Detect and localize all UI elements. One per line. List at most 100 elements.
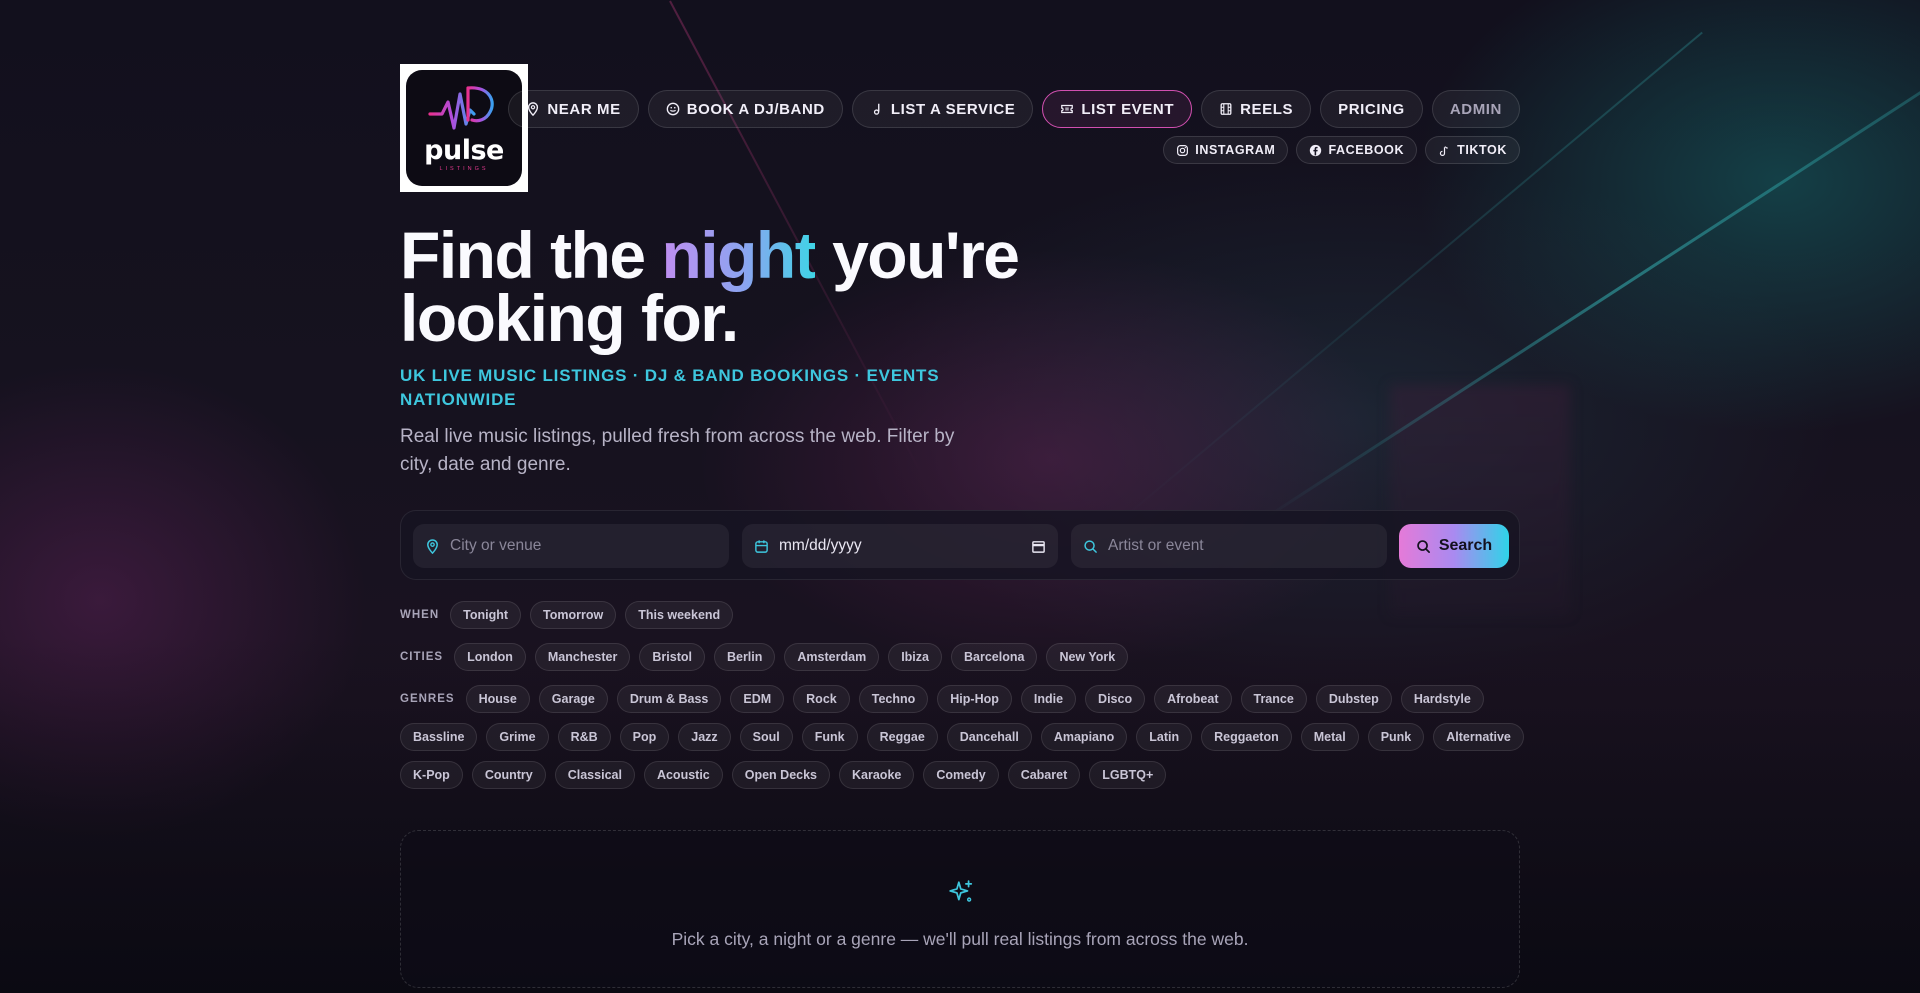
- social-instagram[interactable]: INSTAGRAM: [1163, 136, 1289, 164]
- genre-chip[interactable]: Latin: [1136, 723, 1193, 751]
- city-chip[interactable]: New York: [1046, 643, 1129, 671]
- empty-state: Pick a city, a night or a genre — we'll …: [400, 830, 1520, 988]
- genre-chip[interactable]: Disco: [1085, 685, 1146, 713]
- hero-tagline: UK LIVE MUSIC LISTINGS · DJ & BAND BOOKI…: [400, 366, 940, 409]
- pulse-logo[interactable]: pulse LISTINGS: [400, 64, 528, 192]
- genres-filter-row-2: Bassline Grime R&B Pop Jazz Soul Funk Reggae Dan…: [400, 723, 1524, 751]
- nav-reels[interactable]: REELS: [1201, 90, 1312, 128]
- music-note-icon: [873, 103, 880, 115]
- genre-chip[interactable]: Open Decks: [731, 761, 831, 789]
- nav-admin[interactable]: ADMIN: [1431, 90, 1520, 128]
- social-links: INSTAGRAM FACEBOOK TIKTOK: [1163, 136, 1520, 164]
- empty-state-text: Pick a city, a night or a genre — we'll …: [671, 929, 1249, 949]
- nav-near-me[interactable]: NEAR ME: [508, 90, 639, 128]
- genre-chip[interactable]: Funk: [801, 723, 858, 751]
- genre-chip[interactable]: Karaoke: [839, 761, 915, 789]
- nav-near-me-label: NEAR ME: [547, 100, 621, 118]
- city-chip[interactable]: Bristol: [639, 643, 705, 671]
- genre-chip[interactable]: Soul: [739, 723, 793, 751]
- city-chip[interactable]: London: [454, 643, 526, 671]
- genre-chip[interactable]: LGBTQ+: [1089, 761, 1167, 789]
- genre-chip[interactable]: Garage: [538, 685, 608, 713]
- nav-list-event-label: LIST EVENT: [1081, 100, 1175, 118]
- genre-chip[interactable]: EDM: [730, 685, 785, 713]
- genre-chip[interactable]: Alternative: [1433, 723, 1524, 751]
- nav-admin-label: ADMIN: [1449, 100, 1502, 118]
- genres-filter-row-3: K-Pop Country Classical Acoustic Open Decks K…: [400, 761, 1167, 789]
- search-icon: [1417, 539, 1430, 553]
- genre-chip[interactable]: Amapiano: [1040, 723, 1128, 751]
- city-chip[interactable]: Berlin: [713, 643, 776, 671]
- social-facebook-label: FACEBOOK: [1328, 143, 1405, 157]
- genre-chip[interactable]: Hardstyle: [1400, 685, 1484, 713]
- genre-chip[interactable]: K-Pop: [400, 761, 463, 789]
- nav-list-service[interactable]: LIST A SERVICE: [851, 90, 1034, 128]
- nav-list-event[interactable]: LIST EVENT: [1042, 90, 1193, 128]
- ticket-icon: [1061, 104, 1074, 114]
- genre-chip[interactable]: Country: [471, 761, 546, 789]
- social-facebook[interactable]: FACEBOOK: [1296, 136, 1418, 164]
- main-nav: NEAR ME BOOK A DJ/BAND LIST A SERVICE LI…: [508, 90, 1520, 128]
- genre-chip[interactable]: Jazz: [678, 723, 731, 751]
- genre-chip[interactable]: Techno: [858, 685, 929, 713]
- nav-pricing-label: PRICING: [1338, 100, 1405, 118]
- nav-list-service-label: LIST A SERVICE: [890, 100, 1016, 118]
- when-chip[interactable]: Tonight: [450, 601, 522, 629]
- search-bar: mm/dd/yyyy Search: [400, 510, 1520, 580]
- search-button-label: Search: [1438, 537, 1493, 554]
- genres-filter-row: GENRES House Garage Drum & Bass EDM Rock Tech…: [400, 685, 1484, 713]
- genre-chip[interactable]: Metal: [1300, 723, 1359, 751]
- city-chip[interactable]: Manchester: [534, 643, 631, 671]
- nav-pricing[interactable]: PRICING: [1320, 90, 1423, 128]
- genre-chip[interactable]: Comedy: [923, 761, 999, 789]
- page-container: pulse LISTINGS NEAR ME BOOK A DJ/BAND LI…: [400, 0, 1524, 993]
- genre-chip[interactable]: Dancehall: [946, 723, 1032, 751]
- genre-chip[interactable]: House: [465, 685, 530, 713]
- genre-chip[interactable]: Grime: [486, 723, 549, 751]
- facebook-icon: [1310, 144, 1322, 156]
- genre-chip[interactable]: Dubstep: [1315, 685, 1392, 713]
- genre-chip[interactable]: R&B: [557, 723, 611, 751]
- cities-filter-row: CITIES London Manchester Bristol Berlin Amst…: [400, 643, 1129, 671]
- genre-chip[interactable]: Pop: [619, 723, 670, 751]
- search-icon: [1084, 539, 1097, 553]
- artist-input[interactable]: [1108, 537, 1375, 555]
- genre-chip[interactable]: Cabaret: [1007, 761, 1081, 789]
- city-chip[interactable]: Ibiza: [888, 643, 942, 671]
- page-headline: Find the night you're looking for.: [400, 222, 1100, 351]
- when-label: WHEN: [400, 609, 440, 621]
- genre-chip[interactable]: Afrobeat: [1154, 685, 1232, 713]
- when-filter-row: WHEN Tonight Tomorrow This weekend: [400, 601, 734, 629]
- film-icon: [1220, 103, 1232, 115]
- social-tiktok[interactable]: TIKTOK: [1425, 136, 1520, 164]
- genre-chip[interactable]: Classical: [554, 761, 635, 789]
- sparkles-icon: [949, 880, 973, 902]
- calendar-icon: [755, 539, 768, 553]
- genre-chip[interactable]: Acoustic: [643, 761, 723, 789]
- genre-chip[interactable]: Indie: [1020, 685, 1077, 713]
- genre-chip[interactable]: Rock: [793, 685, 850, 713]
- city-chip[interactable]: Amsterdam: [784, 643, 880, 671]
- map-pin-icon: [528, 102, 539, 116]
- map-pin-icon: [427, 538, 438, 554]
- when-chip[interactable]: This weekend: [625, 601, 734, 629]
- date-input[interactable]: mm/dd/yyyy: [779, 537, 1021, 555]
- city-input[interactable]: [450, 537, 717, 555]
- artist-field: [1071, 524, 1387, 568]
- search-button[interactable]: Search: [1399, 524, 1509, 568]
- city-field: [413, 524, 729, 568]
- tiktok-icon: [1439, 145, 1448, 156]
- nav-book-label: BOOK A DJ/BAND: [686, 100, 825, 118]
- date-picker-icon[interactable]: [1031, 539, 1046, 554]
- when-chip[interactable]: Tomorrow: [530, 601, 617, 629]
- genre-chip[interactable]: Reggaeton: [1201, 723, 1292, 751]
- genre-chip[interactable]: Drum & Bass: [616, 685, 722, 713]
- genre-chip[interactable]: Punk: [1367, 723, 1425, 751]
- genre-chip[interactable]: Hip-Hop: [937, 685, 1012, 713]
- date-field[interactable]: mm/dd/yyyy: [742, 524, 1058, 568]
- city-chip[interactable]: Barcelona: [950, 643, 1038, 671]
- genre-chip[interactable]: Bassline: [400, 723, 478, 751]
- genre-chip[interactable]: Reggae: [866, 723, 938, 751]
- nav-book-dj-band[interactable]: BOOK A DJ/BAND: [647, 90, 843, 128]
- genre-chip[interactable]: Trance: [1240, 685, 1307, 713]
